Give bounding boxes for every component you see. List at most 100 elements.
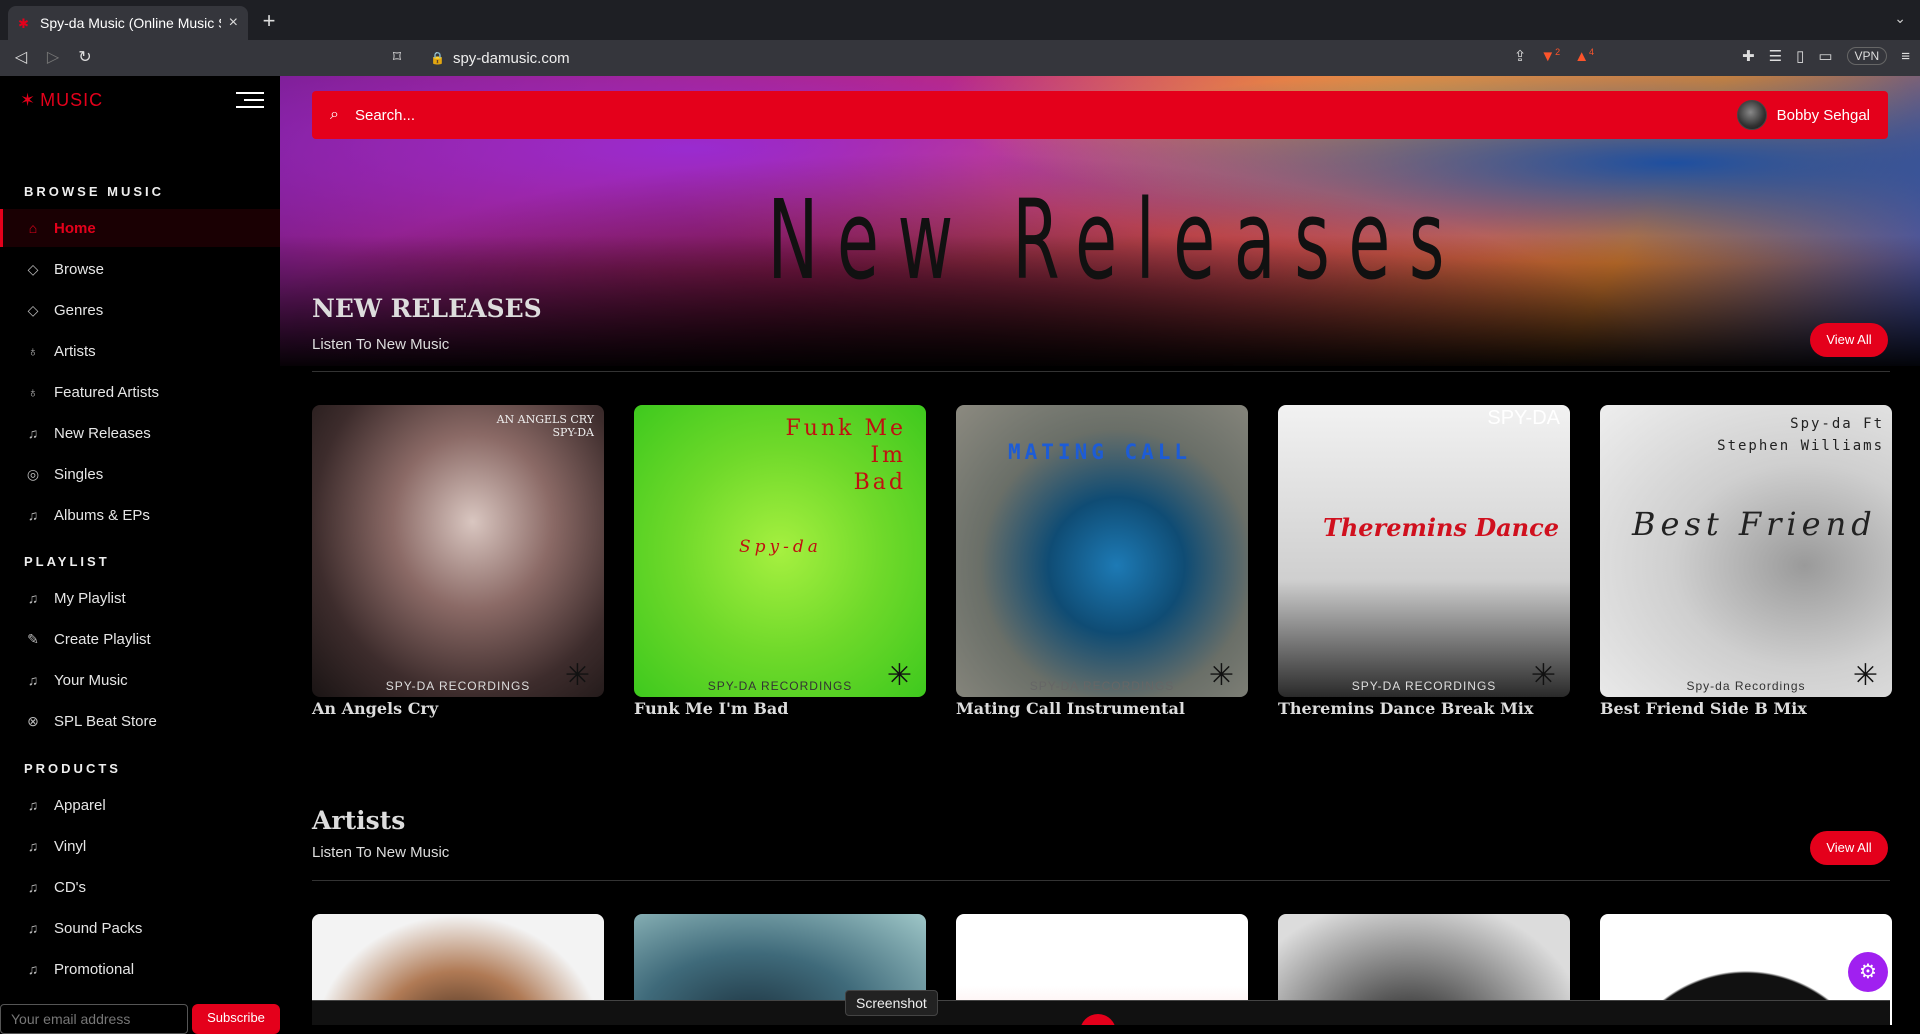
release-card[interactable]: AN ANGELS CRY SPY-DA SPY-DA RECORDINGS ✳… xyxy=(312,405,604,718)
music-note-icon: ♫ xyxy=(27,797,39,813)
browse-music-heading: BROWSE MUSIC xyxy=(24,184,164,199)
bookmark-icon[interactable]: ⌑ xyxy=(386,47,408,69)
artists-view-all-button[interactable]: View All xyxy=(1810,831,1888,865)
sidebar-item-apparel[interactable]: ♫ Apparel xyxy=(0,786,280,824)
hero-title: New Releases xyxy=(767,176,1464,304)
spider-icon: ✳ xyxy=(1852,659,1878,692)
sidebar-item-new-releases[interactable]: ♫ New Releases xyxy=(0,414,280,452)
diamond-icon: ◇ xyxy=(27,260,39,277)
hamburger-menu-icon[interactable] xyxy=(236,92,264,112)
user-menu[interactable]: Bobby Sehgal xyxy=(1736,100,1870,130)
settings-gear-icon[interactable]: ⚙ xyxy=(1848,952,1888,992)
search-bar: ⌕ Bobby Sehgal xyxy=(312,91,1888,139)
music-note-icon: ♫ xyxy=(27,425,39,441)
sidebar-item-singles[interactable]: ◎ Singles xyxy=(0,455,280,493)
music-note-icon: ♫ xyxy=(27,838,39,854)
diamond-icon: ◇ xyxy=(27,301,39,318)
release-card[interactable]: MATING CALL SPY-DA RECORDINGS ✳ Mating C… xyxy=(956,405,1248,718)
album-cover: Spy-da Ft Stephen Williams Best Friend S… xyxy=(1600,405,1892,697)
home-icon: ⌂ xyxy=(28,220,38,236)
lock-icon: 🔒 xyxy=(430,51,445,65)
sidebar-item-create-playlist[interactable]: ✎ Create Playlist xyxy=(0,620,280,658)
sidebar-item-featured-artists[interactable]: ♁ Featured Artists xyxy=(0,373,280,411)
brave-rewards-icon[interactable]: ▲4 xyxy=(1574,47,1594,65)
music-note-icon: ♫ xyxy=(27,672,39,688)
sidebar-item-albums-eps[interactable]: ♫ Albums & EPs xyxy=(0,496,280,534)
music-note-icon: ♫ xyxy=(27,920,39,936)
music-note-icon: ♫ xyxy=(27,507,39,523)
music-note-icon: ♫ xyxy=(27,961,39,977)
main-content: ⌕ Bobby Sehgal New Releases NEW RELEASES… xyxy=(280,76,1920,1025)
release-card[interactable]: Funk Me Im Bad Spy-da SPY-DA RECORDINGS … xyxy=(634,405,926,718)
album-cover: Funk Me Im Bad Spy-da SPY-DA RECORDINGS … xyxy=(634,405,926,697)
music-note-icon: ♫ xyxy=(27,879,39,895)
browser-toolbar: ◁ ▷ ↻ ⌑ 🔒 spy-damusic.com ⇪ ▼2 ▲4 ✚ ☰ ▯ … xyxy=(0,40,1920,76)
spider-icon: ✳ xyxy=(564,659,590,692)
tab-menu-chevron-icon[interactable]: ⌄ xyxy=(1894,10,1906,27)
release-title: Theremins Dance Break Mix xyxy=(1278,699,1534,718)
new-tab-button[interactable]: + xyxy=(256,8,282,34)
album-cover: MATING CALL SPY-DA RECORDINGS ✳ xyxy=(956,405,1248,697)
avatar xyxy=(1736,100,1767,130)
user-name: Bobby Sehgal xyxy=(1776,106,1870,124)
release-title: An Angels Cry xyxy=(312,699,439,718)
products-heading: PRODUCTS xyxy=(24,761,121,776)
release-card[interactable]: Spy-da Ft Stephen Williams Best Friend S… xyxy=(1600,405,1892,718)
sidebar-item-artists[interactable]: ♁ Artists xyxy=(0,332,280,370)
edit-icon: ✎ xyxy=(27,630,39,647)
sidebar-item-browse[interactable]: ◇ Browse xyxy=(0,250,280,288)
screenshot-tooltip: Screenshot xyxy=(845,990,938,1016)
spider-icon: ✳ xyxy=(1530,659,1556,692)
sidebar-item-your-music[interactable]: ♫ Your Music xyxy=(0,661,280,699)
url-text: spy-damusic.com xyxy=(452,49,570,67)
sidebar: ✶ MUSIC BROWSE MUSIC ⌂ Home ◇ Browse ◇ Genr… xyxy=(0,76,280,1034)
address-bar[interactable]: 🔒 spy-damusic.com xyxy=(420,45,1500,71)
sidebar-item-vinyl[interactable]: ♫ Vinyl xyxy=(0,827,280,865)
microphone-icon: ♁ xyxy=(27,343,39,359)
spider-logo-icon: ✶ xyxy=(20,90,37,110)
release-card[interactable]: SPY-DA Theremins Dance SPY-DA RECORDINGS… xyxy=(1278,405,1570,718)
artists-title: Artists xyxy=(312,806,406,835)
sidebar-item-genres[interactable]: ◇ Genres xyxy=(0,291,280,329)
close-tab-icon[interactable]: × xyxy=(229,14,238,32)
site-favicon-icon: ✱ xyxy=(18,16,29,31)
site-logo[interactable]: ✶ MUSIC xyxy=(20,90,103,111)
sidebar-item-cds[interactable]: ♫ CD's xyxy=(0,868,280,906)
new-releases-title: NEW RELEASES xyxy=(312,294,542,323)
share-icon[interactable]: ⇪ xyxy=(1514,47,1527,65)
search-input[interactable] xyxy=(354,106,1737,124)
forward-icon[interactable]: ▷ xyxy=(42,47,64,69)
microphone-icon: ♁ xyxy=(27,384,39,400)
release-title: Mating Call Instrumental xyxy=(956,699,1185,718)
browser-tab-bar: ✱ Spy-da Music (Online Music Str × + ⌄ xyxy=(0,0,1920,40)
sidebar-item-my-playlist[interactable]: ♫ My Playlist xyxy=(0,579,280,617)
extensions-icon[interactable]: ✚ xyxy=(1742,47,1755,65)
vpn-button[interactable]: VPN xyxy=(1846,47,1888,65)
section-divider xyxy=(312,371,1890,372)
release-title: Best Friend Side B Mix xyxy=(1600,699,1807,718)
brave-shields-icon[interactable]: ▼2 xyxy=(1540,47,1560,65)
search-icon: ⌕ xyxy=(330,106,339,123)
disc-icon: ◎ xyxy=(26,465,40,482)
section-divider xyxy=(312,880,1890,881)
album-cover: AN ANGELS CRY SPY-DA SPY-DA RECORDINGS ✳ xyxy=(312,405,604,697)
wallet-icon[interactable]: ▭ xyxy=(1818,47,1832,65)
release-title: Funk Me I'm Bad xyxy=(634,699,789,718)
playlist-icon[interactable]: ☰ xyxy=(1769,47,1782,65)
sidebar-item-sound-packs[interactable]: ♫ Sound Packs xyxy=(0,909,280,947)
album-cover: SPY-DA Theremins Dance SPY-DA RECORDINGS… xyxy=(1278,405,1570,697)
sidebar-item-spl-beat-store[interactable]: ⊗ SPL Beat Store xyxy=(0,702,280,740)
tab-title: Spy-da Music (Online Music Str xyxy=(40,15,221,31)
back-icon[interactable]: ◁ xyxy=(10,47,32,69)
reload-icon[interactable]: ↻ xyxy=(74,47,96,69)
sidebar-item-home[interactable]: ⌂ Home xyxy=(0,209,280,247)
sidebar-toggle-icon[interactable]: ▯ xyxy=(1796,47,1804,65)
browser-tab[interactable]: ✱ Spy-da Music (Online Music Str × xyxy=(8,6,248,40)
sidebar-item-promotional[interactable]: ♫ Promotional xyxy=(0,950,280,988)
subscribe-button[interactable]: Subscribe xyxy=(192,1004,280,1034)
new-releases-subtitle: Listen To New Music xyxy=(312,336,450,353)
browser-menu-icon[interactable]: ≡ xyxy=(1901,48,1910,65)
new-releases-view-all-button[interactable]: View All xyxy=(1810,323,1888,357)
logo-text: MUSIC xyxy=(40,90,104,110)
newsletter-email-input[interactable]: Your email address xyxy=(0,1004,188,1034)
